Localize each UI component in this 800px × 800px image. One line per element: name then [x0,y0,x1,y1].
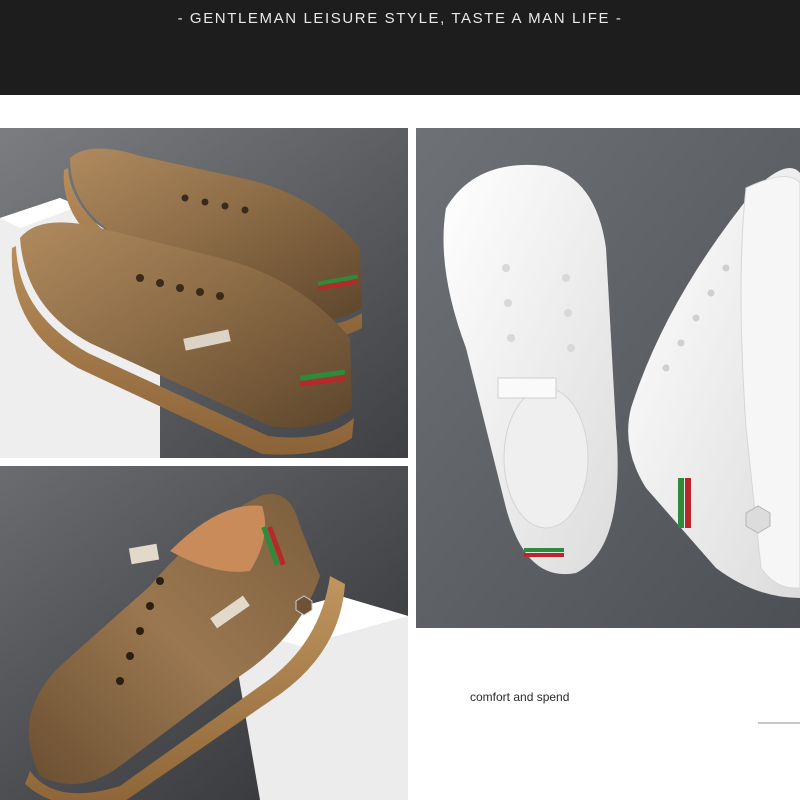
top-banner: - GENTLEMAN LEISURE STYLE, TASTE A MAN L… [0,0,800,95]
tan-shoes-pair-photo [0,128,408,458]
white-shoes-pair-photo [416,128,800,628]
caption-text: comfort and spend [470,690,570,704]
divider-line [758,722,800,724]
banner-slogan: - GENTLEMAN LEISURE STYLE, TASTE A MAN L… [177,10,623,27]
tan-shoe-single-photo [0,466,408,800]
